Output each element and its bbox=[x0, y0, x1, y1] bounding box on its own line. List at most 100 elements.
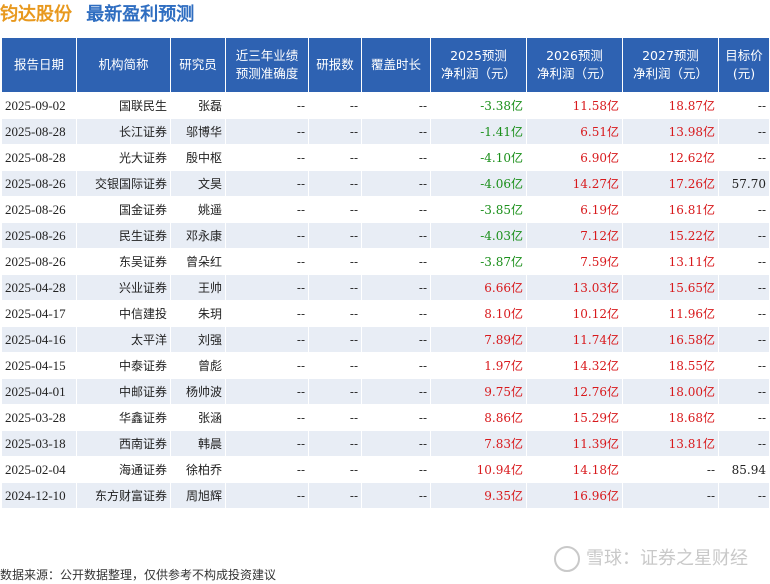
col-target-price-cell: -- bbox=[718, 222, 770, 249]
col-institution-cell: 交银国际证券 bbox=[76, 170, 171, 197]
table-row: 2025-08-28 光大证券 殷中枢 -- -- -- -4.10亿 6.90亿 12.62亿… bbox=[1, 144, 770, 171]
col-2026-profit-header: 2026预测 净利润（元） bbox=[526, 37, 623, 93]
col-2025-profit-cell: -4.03亿 bbox=[430, 222, 527, 249]
table-row: 2025-08-26 民生证券 邓永康 -- -- -- -4.03亿 7.12亿 15.22亿… bbox=[1, 222, 770, 249]
col-target-price-cell: -- bbox=[718, 300, 770, 327]
col-2027-profit-cell: 13.11亿 bbox=[622, 248, 719, 275]
col-2027-profit-cell: -- bbox=[622, 456, 719, 483]
col-coverage-cell: -- bbox=[361, 92, 431, 119]
col-report-date-header: 报告日期 bbox=[1, 37, 77, 93]
col-2027-profit-cell: 18.55亿 bbox=[622, 352, 719, 379]
watermark: 雪球：证券之星财经 bbox=[554, 544, 748, 572]
col-accuracy-cell: -- bbox=[225, 352, 309, 379]
col-analyst-header: 研究员 bbox=[170, 37, 226, 93]
col-institution-cell: 中邮证券 bbox=[76, 378, 171, 405]
col-accuracy-cell: -- bbox=[225, 196, 309, 223]
col-2025-profit-cell: -3.87亿 bbox=[430, 248, 527, 275]
col-2025-profit-cell: 9.35亿 bbox=[430, 482, 527, 509]
col-institution-cell: 太平洋 bbox=[76, 326, 171, 353]
col-accuracy-cell: -- bbox=[225, 92, 309, 119]
col-institution-cell: 西南证券 bbox=[76, 430, 171, 457]
col-2025-profit-cell: -1.41亿 bbox=[430, 118, 527, 145]
col-report-date-cell: 2025-04-17 bbox=[1, 300, 77, 327]
col-coverage-cell: -- bbox=[361, 144, 431, 171]
col-target-price-cell: -- bbox=[718, 326, 770, 353]
col-2026-profit-cell: 6.19亿 bbox=[526, 196, 623, 223]
page-title: 钧达股份 最新盈利预测 bbox=[0, 0, 194, 30]
col-institution-cell: 东吴证券 bbox=[76, 248, 171, 275]
col-institution-cell: 国联民生 bbox=[76, 92, 171, 119]
col-2026-profit-cell: 14.32亿 bbox=[526, 352, 623, 379]
col-report-count-cell: -- bbox=[308, 352, 362, 379]
col-2025-profit-cell: -3.38亿 bbox=[430, 92, 527, 119]
col-target-price-cell: 57.70 bbox=[718, 170, 770, 197]
col-analyst-cell: 曾彪 bbox=[170, 352, 226, 379]
col-2027-profit-header: 2027预测 净利润（元） bbox=[622, 37, 719, 93]
col-coverage-cell: -- bbox=[361, 456, 431, 483]
col-analyst-cell: 王帅 bbox=[170, 274, 226, 301]
col-report-count-cell: -- bbox=[308, 378, 362, 405]
col-target-price-cell: -- bbox=[718, 430, 770, 457]
col-target-price-cell: -- bbox=[718, 482, 770, 509]
col-report-count-cell: -- bbox=[308, 430, 362, 457]
col-2026-profit-cell: 15.29亿 bbox=[526, 404, 623, 431]
col-2026-profit-cell: 6.90亿 bbox=[526, 144, 623, 171]
col-report-count-cell: -- bbox=[308, 170, 362, 197]
col-analyst-cell: 杨帅波 bbox=[170, 378, 226, 405]
col-report-date-cell: 2025-08-26 bbox=[1, 248, 77, 275]
col-2027-profit-cell: 11.96亿 bbox=[622, 300, 719, 327]
col-analyst-cell: 周旭辉 bbox=[170, 482, 226, 509]
col-2025-profit-cell: 1.97亿 bbox=[430, 352, 527, 379]
col-institution-cell: 光大证券 bbox=[76, 144, 171, 171]
col-report-count-cell: -- bbox=[308, 248, 362, 275]
col-2026-profit-cell: 11.74亿 bbox=[526, 326, 623, 353]
col-report-count-cell: -- bbox=[308, 144, 362, 171]
col-accuracy-cell: -- bbox=[225, 326, 309, 353]
snowball-logo-icon bbox=[554, 546, 580, 572]
col-2027-profit-cell: 15.65亿 bbox=[622, 274, 719, 301]
col-report-date-cell: 2025-03-18 bbox=[1, 430, 77, 457]
col-report-count-cell: -- bbox=[308, 274, 362, 301]
col-coverage-cell: -- bbox=[361, 222, 431, 249]
col-2027-profit-cell: 15.22亿 bbox=[622, 222, 719, 249]
col-2027-profit-cell: 16.81亿 bbox=[622, 196, 719, 223]
col-2025-profit-cell: 8.10亿 bbox=[430, 300, 527, 327]
col-2026-profit-cell: 7.59亿 bbox=[526, 248, 623, 275]
col-2025-profit-cell: -4.10亿 bbox=[430, 144, 527, 171]
col-2025-profit-cell: -3.85亿 bbox=[430, 196, 527, 223]
col-target-price-cell: -- bbox=[718, 352, 770, 379]
col-accuracy-header: 近三年业绩 预测准确度 bbox=[225, 37, 309, 93]
col-accuracy-cell: -- bbox=[225, 274, 309, 301]
col-2026-profit-cell: 14.27亿 bbox=[526, 170, 623, 197]
col-accuracy-cell: -- bbox=[225, 378, 309, 405]
table-row: 2025-08-28 长江证券 邬博华 -- -- -- -1.41亿 6.51亿 13.98亿… bbox=[1, 118, 770, 145]
col-analyst-cell: 张磊 bbox=[170, 92, 226, 119]
col-accuracy-cell: -- bbox=[225, 248, 309, 275]
col-2026-profit-cell: 11.39亿 bbox=[526, 430, 623, 457]
col-institution-header: 机构简称 bbox=[76, 37, 171, 93]
col-analyst-cell: 韩晨 bbox=[170, 430, 226, 457]
col-coverage-cell: -- bbox=[361, 430, 431, 457]
col-analyst-cell: 张涵 bbox=[170, 404, 226, 431]
col-2025-profit-cell: 6.66亿 bbox=[430, 274, 527, 301]
col-target-price-cell: -- bbox=[718, 92, 770, 119]
col-analyst-cell: 邬博华 bbox=[170, 118, 226, 145]
col-institution-cell: 兴业证券 bbox=[76, 274, 171, 301]
col-analyst-cell: 文昊 bbox=[170, 170, 226, 197]
col-report-count-cell: -- bbox=[308, 482, 362, 509]
col-coverage-cell: -- bbox=[361, 404, 431, 431]
col-2027-profit-cell: 16.58亿 bbox=[622, 326, 719, 353]
col-2027-profit-cell: 13.81亿 bbox=[622, 430, 719, 457]
table-row: 2025-08-26 交银国际证券 文昊 -- -- -- -4.06亿 14.27亿 17.2… bbox=[1, 170, 770, 197]
col-institution-cell: 民生证券 bbox=[76, 222, 171, 249]
col-report-count-cell: -- bbox=[308, 118, 362, 145]
col-2025-profit-cell: 7.83亿 bbox=[430, 430, 527, 457]
col-analyst-cell: 殷中枢 bbox=[170, 144, 226, 171]
col-2026-profit-cell: 13.03亿 bbox=[526, 274, 623, 301]
col-2027-profit-cell: -- bbox=[622, 482, 719, 509]
col-accuracy-cell: -- bbox=[225, 118, 309, 145]
col-institution-cell: 中信建投 bbox=[76, 300, 171, 327]
table-row: 2025-08-26 国金证券 姚遥 -- -- -- -3.85亿 6.19亿 16.81亿 -… bbox=[1, 196, 770, 223]
col-2026-profit-cell: 12.76亿 bbox=[526, 378, 623, 405]
col-report-date-cell: 2025-04-16 bbox=[1, 326, 77, 353]
